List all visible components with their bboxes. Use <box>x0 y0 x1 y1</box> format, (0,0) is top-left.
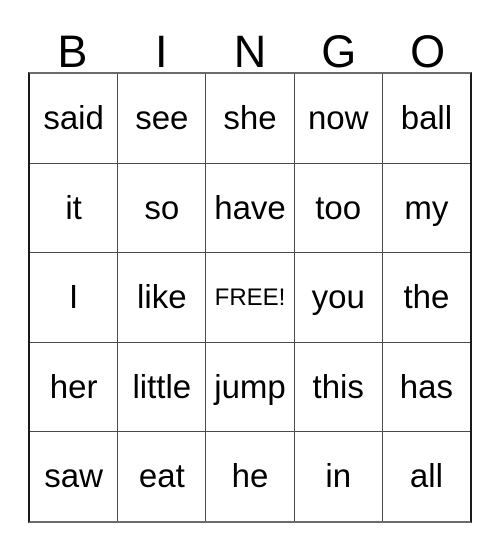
bingo-cell[interactable]: saw <box>30 432 117 521</box>
bingo-header-letter-b: B <box>28 20 117 77</box>
bingo-cell[interactable]: little <box>117 342 205 432</box>
bingo-cell[interactable]: my <box>381 163 470 253</box>
bingo-cell-word: eat <box>138 457 185 495</box>
bingo-cell-word: see <box>135 98 189 136</box>
bingo-cell-word: like <box>137 278 187 316</box>
bingo-row: her little jump this has <box>30 341 470 432</box>
bingo-cell[interactable]: she <box>205 74 293 163</box>
bingo-cell-word: said <box>43 98 104 136</box>
bingo-cell-word: this <box>312 367 364 405</box>
bingo-cell[interactable]: her <box>30 343 117 432</box>
bingo-row: said see she now ball <box>30 74 470 163</box>
bingo-cell[interactable]: see <box>117 74 205 163</box>
bingo-free-space-label: FREE! <box>214 283 286 311</box>
bingo-cell-word: he <box>231 457 269 495</box>
bingo-cell[interactable]: the <box>381 253 470 342</box>
bingo-cell-word: so <box>144 188 180 226</box>
bingo-cell[interactable]: this <box>293 342 382 432</box>
bingo-cell[interactable]: too <box>293 163 382 253</box>
bingo-cell[interactable]: in <box>293 432 382 521</box>
header-letter-text: I <box>154 25 168 77</box>
bingo-header-letter-i: I <box>117 20 206 77</box>
bingo-header-letter-o: O <box>383 20 472 77</box>
bingo-cell[interactable]: said <box>30 74 117 163</box>
bingo-cell[interactable]: like <box>117 253 205 342</box>
bingo-cell[interactable]: eat <box>117 432 205 521</box>
bingo-cell-word: she <box>223 98 277 136</box>
bingo-cell-word: little <box>132 367 192 405</box>
bingo-cell-word: ball <box>400 98 453 136</box>
bingo-cell[interactable]: he <box>205 432 293 521</box>
header-letter-text: O <box>410 25 446 77</box>
bingo-cell-word: her <box>49 367 98 405</box>
bingo-header-letter-n: N <box>206 20 295 77</box>
bingo-header-row: B I N G O <box>28 20 472 77</box>
bingo-cell-word: my <box>404 188 449 226</box>
bingo-cell-word: has <box>399 367 454 405</box>
header-letter-text: G <box>321 25 357 77</box>
header-letter-text: B <box>57 25 88 77</box>
bingo-row: saw eat he in all <box>30 431 470 521</box>
bingo-cell[interactable]: I <box>30 253 117 342</box>
bingo-cell-word: you <box>311 278 365 316</box>
bingo-grid: said see she now ball it so have too my … <box>28 72 472 523</box>
bingo-cell-word: too <box>315 188 362 226</box>
bingo-cell[interactable]: all <box>381 432 470 521</box>
header-letter-text: N <box>233 25 267 77</box>
bingo-cell[interactable]: so <box>117 163 205 253</box>
bingo-header-letter-g: G <box>294 20 383 77</box>
bingo-card: B I N G O said see she now ball it so ha… <box>28 20 472 523</box>
bingo-cell-word: now <box>307 98 369 136</box>
bingo-row: it so have too my <box>30 162 470 253</box>
bingo-cell-word: the <box>403 278 450 316</box>
bingo-cell-word: in <box>325 457 352 495</box>
bingo-cell-word: all <box>409 457 443 495</box>
bingo-cell-word: have <box>214 188 286 226</box>
bingo-cell[interactable]: jump <box>205 342 293 432</box>
bingo-cell[interactable]: you <box>293 253 382 342</box>
bingo-cell[interactable]: has <box>381 342 470 432</box>
bingo-cell-word: jump <box>214 367 286 405</box>
bingo-cell[interactable]: have <box>205 163 293 253</box>
bingo-cell[interactable]: now <box>293 74 382 163</box>
bingo-free-space-cell[interactable]: FREE! <box>205 253 293 342</box>
bingo-cell-word: it <box>65 188 82 226</box>
bingo-cell[interactable]: ball <box>381 74 470 163</box>
bingo-cell-word: saw <box>44 457 103 495</box>
bingo-row: I like FREE! you the <box>30 252 470 342</box>
bingo-cell-word: I <box>69 278 79 316</box>
bingo-cell[interactable]: it <box>30 164 117 253</box>
